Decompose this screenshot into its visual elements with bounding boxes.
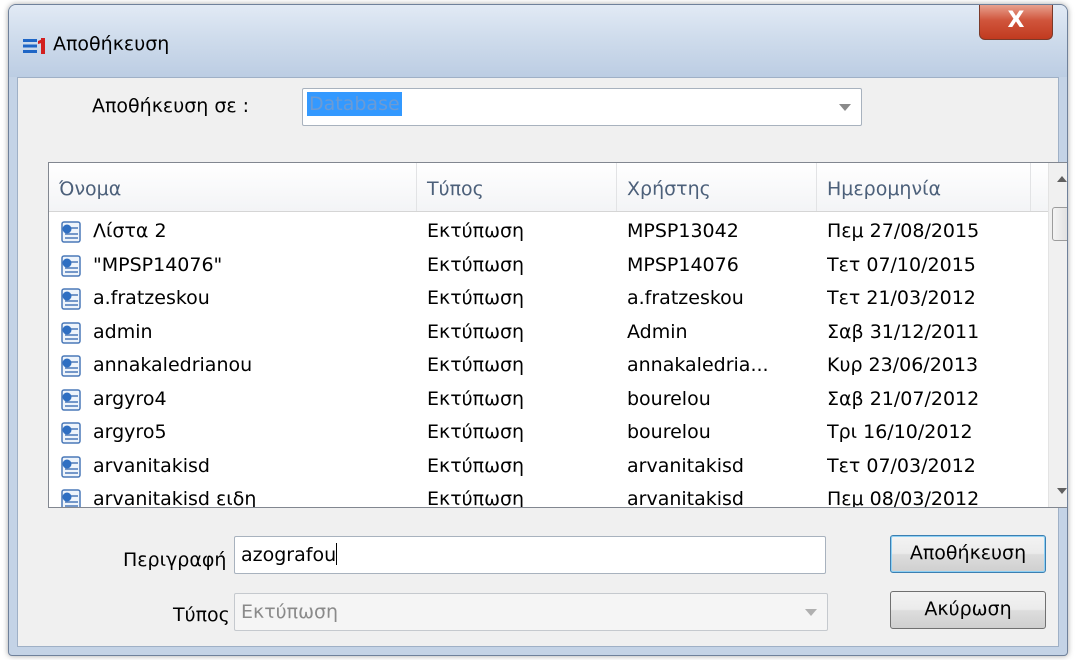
list-item[interactable]: annakaledrianou Εκτύπωση annakaledria... Κυ…: [49, 349, 1049, 382]
type-combobox: Εκτύπωση: [234, 593, 828, 631]
save-in-value: Database: [307, 92, 402, 116]
column-header-name[interactable]: Όνομα: [49, 163, 417, 211]
window-title: Αποθήκευση: [53, 33, 170, 55]
row-user: arvanitakisd: [627, 488, 744, 508]
row-user: bourelou: [627, 387, 711, 410]
text-caret: [336, 543, 338, 565]
scroll-down-arrow-icon[interactable]: [1049, 477, 1067, 503]
type-value: Εκτύπωση: [241, 601, 339, 623]
row-name: admin: [93, 320, 153, 343]
save-button[interactable]: Αποθήκευση: [890, 535, 1046, 573]
row-type: Εκτύπωση: [427, 488, 525, 508]
description-label: Περιγραφή: [123, 549, 227, 571]
type-label: Τύπος: [173, 604, 230, 626]
save-in-label: Αποθήκευση σε :: [92, 95, 250, 117]
report-file-icon: [61, 288, 81, 310]
scroll-up-arrow-icon[interactable]: [1049, 167, 1067, 193]
file-list[interactable]: Όνομα Τύπος Χρήστης Ημερομηνία Λίστα 2 Εκ…: [48, 162, 1067, 508]
report-file-icon: [61, 388, 81, 411]
file-list-body: Λίστα 2 Εκτύπωση MPSP13042 Πεμ 27/08/2015 "M…: [49, 211, 1067, 508]
row-type: Εκτύπωση: [427, 220, 525, 242]
row-type: Εκτύπωση: [427, 421, 525, 443]
row-date: Σαβ 31/12/2011: [827, 320, 980, 343]
row-type: Εκτύπωση: [427, 287, 525, 309]
row-name: "MPSP14076": [93, 253, 223, 276]
row-type: Εκτύπωση: [427, 454, 525, 477]
row-name: arvanitakisd ειδη: [93, 488, 257, 508]
row-name: arvanitakisd: [93, 454, 210, 477]
save-dialog: Αποθήκευση X Αποθήκευση σε : Database Όν…: [8, 4, 1068, 656]
column-header-user[interactable]: Χρήστης: [617, 163, 817, 211]
dialog-body: Αποθήκευση σε : Database Όνομα Τύπος Χρή…: [17, 77, 1067, 647]
vertical-scrollbar[interactable]: [1048, 163, 1067, 507]
row-date: Πεμ 08/03/2012: [827, 488, 980, 508]
row-type: Εκτύπωση: [427, 253, 525, 276]
cancel-button[interactable]: Ακύρωση: [890, 591, 1046, 629]
row-date: Τετ 07/10/2015: [827, 253, 976, 276]
list-item[interactable]: arvanitakisd ειδη Εκτύπωση arvanitakisd Πεμ…: [49, 483, 1049, 508]
row-date: Τετ 07/03/2012: [827, 454, 976, 477]
description-input[interactable]: azografou: [234, 536, 826, 574]
row-name: a.fratzeskou: [93, 287, 210, 309]
row-name: argyro4: [93, 387, 167, 410]
chevron-down-icon: [805, 609, 817, 616]
row-user: annakaledria...: [627, 354, 769, 376]
title-bar[interactable]: Αποθήκευση X: [9, 5, 1067, 77]
row-date: Τετ 21/03/2012: [827, 287, 976, 309]
row-date: Κυρ 23/06/2013: [827, 354, 979, 376]
row-user: MPSP14076: [627, 253, 739, 276]
row-name: Λίστα 2: [93, 220, 167, 242]
row-user: MPSP13042: [627, 220, 739, 242]
close-button[interactable]: X: [979, 5, 1053, 40]
row-date: Σαβ 21/07/2012: [827, 387, 980, 410]
row-date: Πεμ 27/08/2015: [827, 220, 980, 242]
column-header-date[interactable]: Ημερομηνία: [817, 163, 1031, 211]
list-item[interactable]: Λίστα 2 Εκτύπωση MPSP13042 Πεμ 27/08/2015: [49, 215, 1049, 248]
row-type: Εκτύπωση: [427, 387, 525, 410]
list-item[interactable]: argyro5 Εκτύπωση bourelou Τρι 16/10/2012: [49, 416, 1049, 449]
row-user: Admin: [627, 320, 688, 343]
row-user: a.fratzeskou: [627, 287, 744, 309]
row-user: bourelou: [627, 421, 711, 443]
column-header-type[interactable]: Τύπος: [417, 163, 617, 211]
report-file-icon: [61, 355, 81, 377]
list-item[interactable]: a.fratzeskou Εκτύπωση a.fratzeskou Τετ 21/0…: [49, 282, 1049, 315]
report-file-icon: [61, 489, 81, 507]
report-file-icon: [61, 422, 81, 444]
chevron-down-icon[interactable]: [839, 104, 851, 111]
row-type: Εκτύπωση: [427, 354, 525, 376]
report-file-icon: [61, 254, 81, 277]
file-list-header: Όνομα Τύπος Χρήστης Ημερομηνία: [49, 163, 1067, 212]
row-name: argyro5: [93, 421, 167, 443]
report-file-icon: [61, 455, 81, 478]
row-type: Εκτύπωση: [427, 320, 525, 343]
row-name: annakaledrianou: [93, 354, 253, 376]
list-item[interactable]: arvanitakisd Εκτύπωση arvanitakisd Τετ 07/0…: [49, 450, 1049, 483]
list-item[interactable]: argyro4 Εκτύπωση bourelou Σαβ 21/07/2012: [49, 383, 1049, 416]
row-user: arvanitakisd: [627, 454, 744, 477]
description-value: azografou: [241, 544, 337, 566]
list-item[interactable]: admin Εκτύπωση Admin Σαβ 31/12/2011: [49, 316, 1049, 349]
report-file-icon: [61, 221, 81, 243]
s1-logo-icon: [23, 38, 45, 54]
list-item[interactable]: "MPSP14076" Εκτύπωση MPSP14076 Τετ 07/10/20…: [49, 249, 1049, 282]
save-in-combobox[interactable]: Database: [302, 88, 862, 126]
row-date: Τρι 16/10/2012: [827, 421, 973, 443]
scrollbar-thumb[interactable]: [1052, 207, 1067, 241]
report-file-icon: [61, 321, 81, 344]
